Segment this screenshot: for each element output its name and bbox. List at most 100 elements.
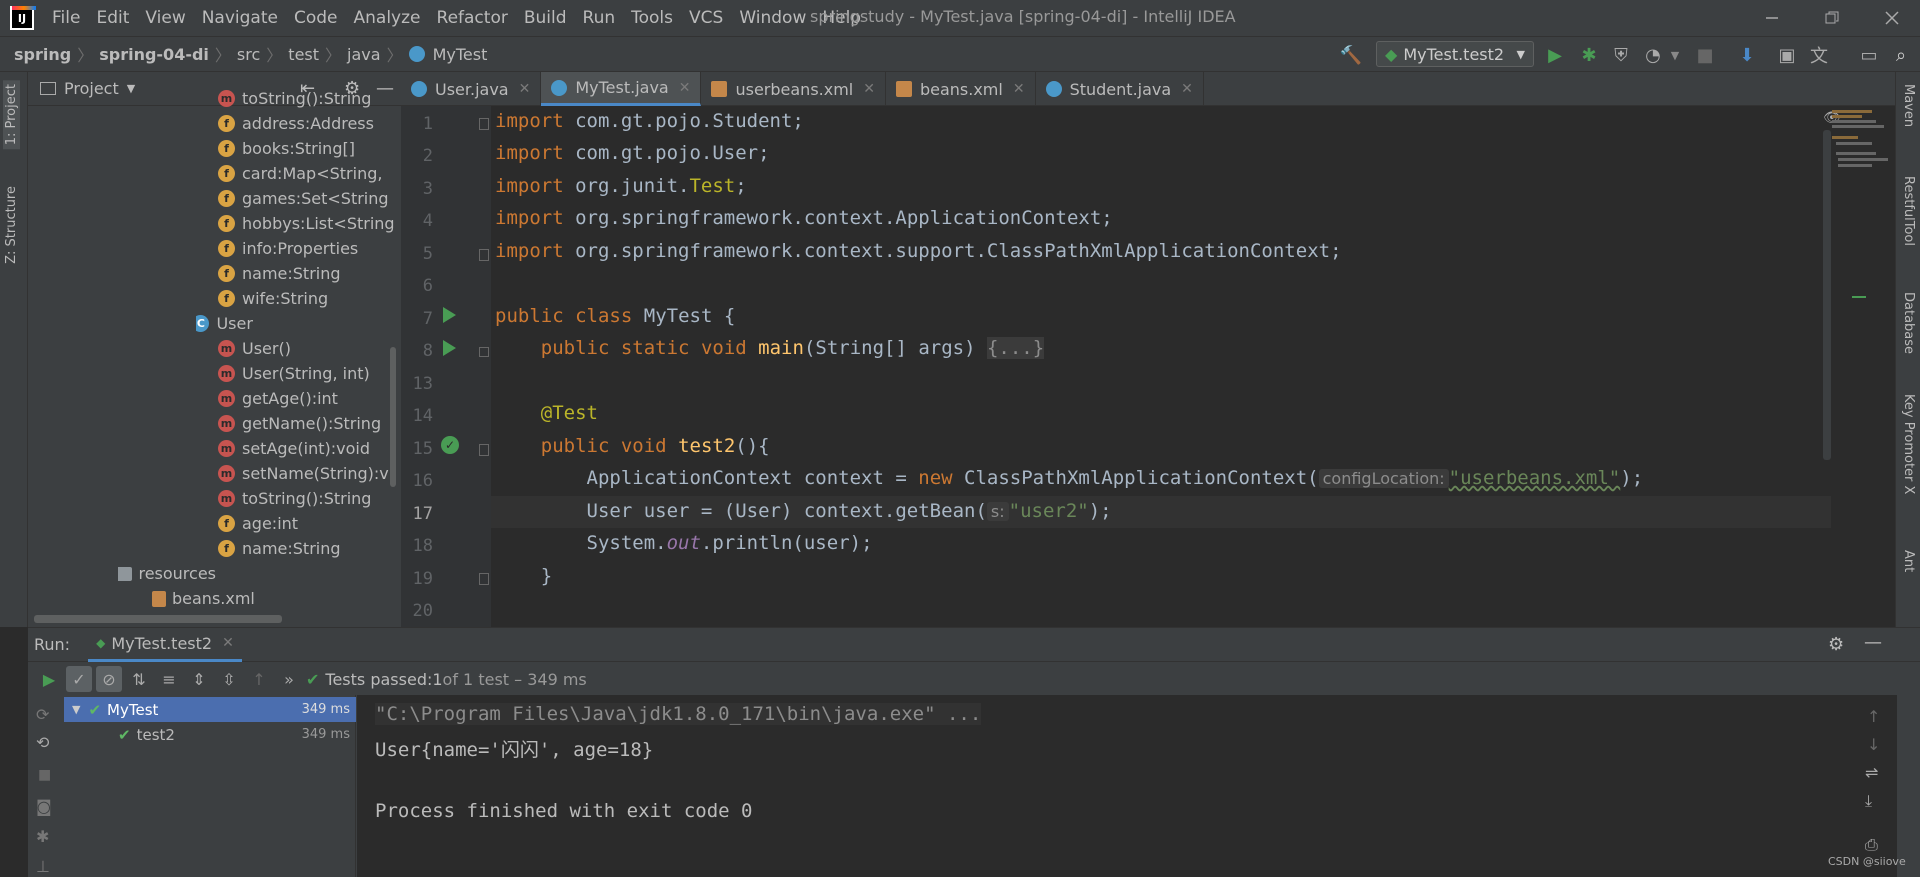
tree-item[interactable]: f wife:String [218,286,328,311]
breadcrumb-src[interactable]: src [237,45,260,64]
breadcrumb-project[interactable]: spring [14,45,71,64]
menu-file[interactable]: File [44,0,88,36]
structure-tool-tab[interactable]: Z: Structure [3,182,20,268]
profile-dropdown-icon[interactable]: ▼ [1664,44,1686,66]
close-tab-icon[interactable]: ✕ [863,81,875,97]
test-passed-gutter-icon[interactable]: ✓ [441,436,459,454]
tree-item[interactable]: m getAge():int [218,386,338,411]
folded-block[interactable]: {...} [986,337,1045,359]
menu-vcs[interactable]: VCS [681,0,731,36]
tab-userbeans-xml[interactable]: userbeans.xml ✕ [701,72,886,106]
run-tab[interactable]: ◆ MyTest.test2 ✕ [88,628,242,662]
tree-item[interactable]: f hobbys:List<String [218,211,395,236]
gear-icon[interactable]: ⚙ [1828,634,1844,655]
tab-mytest-java[interactable]: MyTest.java ✕ [541,72,702,106]
debug-icon[interactable]: ✱ [36,827,49,846]
show-passed-icon[interactable]: ✓ [66,666,92,692]
tree-item[interactable]: m User() [218,336,291,361]
close-tab-icon[interactable]: ✕ [519,81,531,97]
menu-window[interactable]: Window [731,0,814,36]
ant-tool-tab[interactable]: Ant [1901,550,1916,572]
close-tab-icon[interactable]: ✕ [222,635,234,651]
test-row-mytest[interactable]: ▼ ✔ MyTest 349 ms [64,697,356,722]
coverage-icon[interactable]: ⛨ [1610,44,1632,66]
fold-marker-icon[interactable] [479,573,489,585]
menu-navigate[interactable]: Navigate [194,0,286,36]
tree-item[interactable]: f books:String[] [218,136,355,161]
run-class-gutter-icon[interactable] [443,307,456,323]
previous-failed-icon[interactable]: ↑ [246,666,272,692]
sort-alphabetically-icon[interactable]: ⇅ [126,666,152,692]
test-row-test2[interactable]: ✔ test2 349 ms [64,722,356,747]
breadcrumb-test[interactable]: test [288,45,319,64]
menu-view[interactable]: View [137,0,193,36]
code-editor[interactable]: import com.gt.pojo.Student; import com.g… [491,106,1895,627]
menu-analyze[interactable]: Analyze [346,0,429,36]
tree-vertical-scrollbar[interactable] [390,347,396,487]
fold-marker-icon[interactable] [479,444,489,456]
minimize-button[interactable] [1744,0,1800,36]
rerun-failed-icon[interactable]: ⟳ [36,705,49,724]
run-main-gutter-icon[interactable] [443,340,456,356]
breadcrumb-java[interactable]: java [347,45,381,64]
key-promoter-tool-tab[interactable]: Key Promoter X [1901,394,1916,494]
tree-item[interactable]: ▼CUser [196,311,253,336]
rerun-icon[interactable]: ▶ [36,666,62,692]
tree-item[interactable]: m toString():String [218,86,371,111]
profile-icon[interactable]: ◔ [1642,44,1664,66]
tree-item[interactable]: f info:Properties [218,236,358,261]
menu-edit[interactable]: Edit [88,0,137,36]
tab-user-java[interactable]: User.java ✕ [401,72,542,106]
close-window-button[interactable] [1864,0,1920,36]
scroll-down-icon[interactable]: ↓ [1867,735,1880,754]
console-output[interactable]: "C:\Program Files\Java\jdk1.8.0_171\bin\… [357,695,1897,877]
translate-icon[interactable]: 文 [1808,44,1830,67]
menu-tools[interactable]: Tools [623,0,681,36]
soft-wrap-icon[interactable]: ⇌ [1865,763,1878,782]
fold-marker-icon[interactable] [479,118,489,130]
expand-marker-icon[interactable] [479,347,489,357]
expand-arrow-icon[interactable]: ▼ [72,703,80,716]
tree-horizontal-scrollbar[interactable] [34,615,282,623]
build-hammer-icon[interactable]: 🔨 [1340,44,1362,66]
run-icon[interactable]: ▶ [1544,44,1566,66]
search-icon[interactable]: ⌕ [1890,44,1912,66]
tree-item[interactable]: f address:Address [218,111,374,136]
hide-panel-icon[interactable]: — [376,78,394,99]
debug-icon[interactable]: ✱ [1578,44,1600,66]
toggle-auto-test-icon[interactable]: ⟲ [36,733,49,752]
code-minimap[interactable] [1830,106,1892,356]
tab-beans-xml[interactable]: beans.xml ✕ [886,72,1036,106]
close-tab-icon[interactable]: ✕ [1013,81,1025,97]
sort-by-duration-icon[interactable]: ≡ [156,666,182,692]
tree-item[interactable]: f games:Set<String [218,186,389,211]
close-tab-icon[interactable]: ✕ [1181,81,1193,97]
tree-item[interactable]: m toString():String [218,486,371,511]
update-project-icon[interactable]: ⬇ [1736,44,1758,66]
project-panel-title[interactable]: Project [64,79,119,98]
screenshot-icon[interactable]: ◙ [36,797,52,816]
tree-item[interactable]: f age:int [218,511,298,536]
tree-item[interactable]: f card:Map<String, [218,161,382,186]
view-dropdown-icon[interactable]: ▼ [127,82,135,95]
expand-all-icon[interactable]: ⇕ [186,666,212,692]
tree-item[interactable]: ▼resources [118,561,216,586]
more-icon[interactable]: » [276,666,302,692]
stop-icon[interactable]: ■ [1694,44,1716,66]
tree-item[interactable]: m setName(String):v [218,461,389,486]
tree-item[interactable]: beans.xml [152,586,255,611]
tree-item[interactable]: f name:String [218,261,341,286]
menu-code[interactable]: Code [286,0,346,36]
print-icon[interactable]: ⎙ [1865,835,1878,855]
menu-run[interactable]: Run [575,0,624,36]
breadcrumb-class[interactable]: MyTest [408,45,487,64]
collapse-all-icon[interactable]: ⇳ [216,666,242,692]
restfultool-tool-tab[interactable]: RestfulTool [1901,176,1916,246]
scroll-up-icon[interactable]: ↑ [1867,707,1880,726]
project-structure-icon[interactable]: ▣ [1776,44,1798,66]
database-tool-tab[interactable]: Database [1901,292,1916,354]
scroll-to-end-icon[interactable]: ⤓ [1865,791,1872,811]
maven-tool-tab[interactable]: Maven [1901,84,1916,127]
hide-panel-icon[interactable]: — [1864,632,1882,653]
tree-item[interactable]: f name:String [218,536,341,561]
